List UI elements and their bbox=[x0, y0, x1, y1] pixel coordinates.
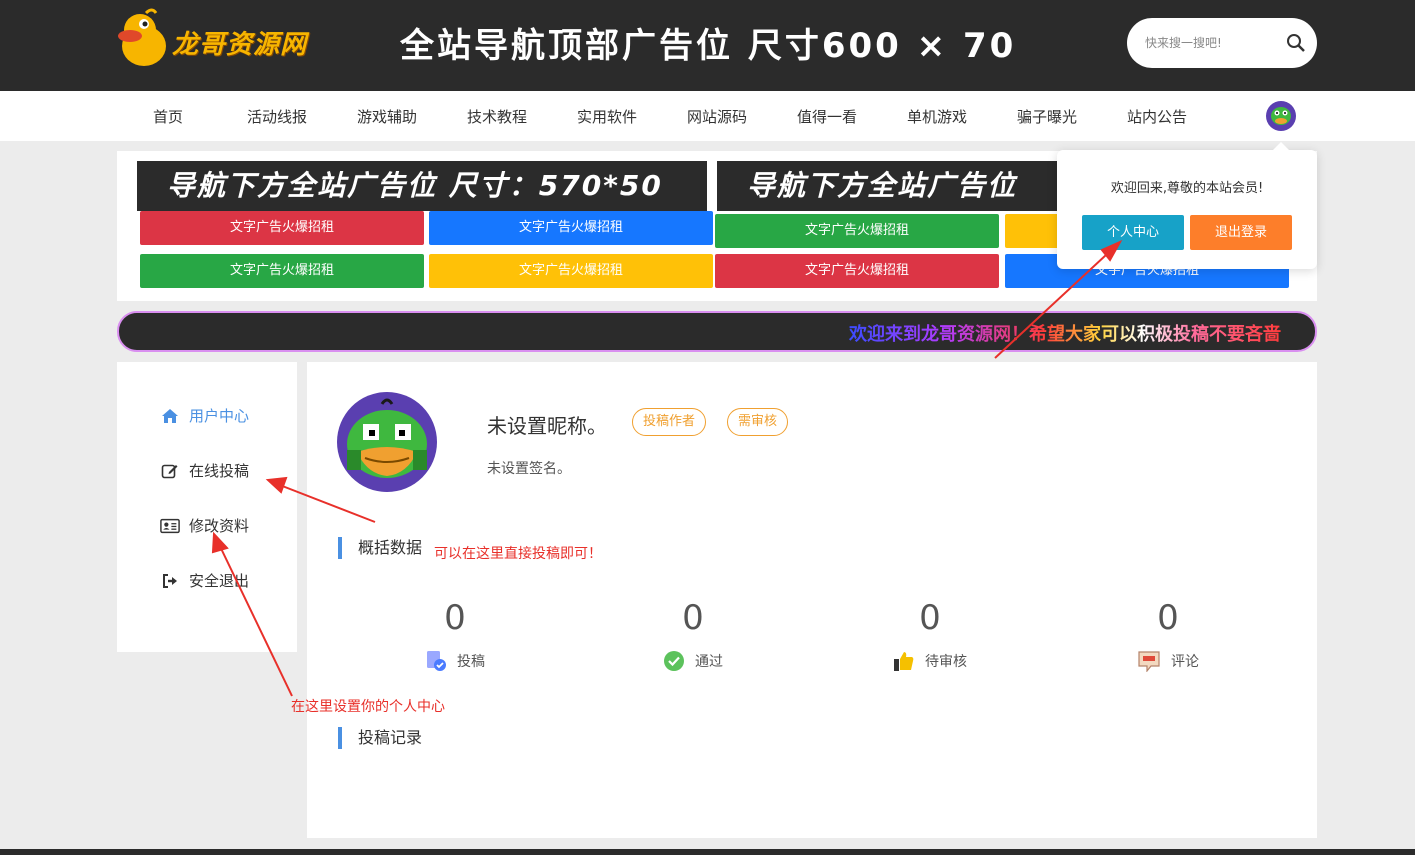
stat-value: 0 bbox=[444, 598, 466, 638]
ad-banner-2[interactable]: 导航下方全站广告位 bbox=[717, 161, 1057, 211]
user-center-main: 未设置昵称。 投稿作者 需审核 未设置签名。 概括数据 0 投稿 0 通过 0 … bbox=[307, 362, 1317, 838]
annotation-profile-hint: 在这里设置你的个人中心 bbox=[291, 699, 445, 715]
edit-icon bbox=[160, 461, 180, 481]
stat-value: 0 bbox=[1157, 598, 1179, 638]
nav-item-tutorials[interactable]: 技术教程 bbox=[467, 106, 527, 127]
badge-needs-review: 需审核 bbox=[727, 408, 789, 436]
nav-item-source-code[interactable]: 网站源码 bbox=[687, 106, 747, 127]
nav-item-deals[interactable]: 活动线报 bbox=[247, 106, 307, 127]
stat-submissions: 0 投稿 bbox=[375, 598, 535, 672]
sign-out-icon bbox=[160, 571, 180, 591]
stat-pending: 0 待审核 bbox=[850, 598, 1010, 672]
stat-comments: 0 评论 bbox=[1088, 598, 1248, 672]
comment-icon bbox=[1138, 651, 1160, 672]
user-center-button[interactable]: 个人中心 bbox=[1082, 215, 1184, 250]
text-ad-7[interactable]: 文字广告火爆招租 bbox=[715, 254, 999, 288]
text-ad-3[interactable]: 文字广告火爆招租 bbox=[715, 214, 999, 248]
marquee-text: 欢迎来到龙哥资源网！希望大家可以积极投稿不要吝啬 bbox=[849, 320, 1281, 346]
sidebar-item-user-center[interactable]: 用户中心 bbox=[160, 405, 249, 426]
sidebar-item-logout[interactable]: 安全退出 bbox=[160, 570, 249, 591]
document-check-icon bbox=[427, 651, 446, 671]
stat-label: 待审核 bbox=[925, 654, 967, 670]
footer-bar bbox=[0, 849, 1415, 855]
profile-avatar[interactable] bbox=[337, 392, 437, 492]
text-ad-2[interactable]: 文字广告火爆招租 bbox=[429, 211, 713, 245]
profile-signature: 未设置签名。 bbox=[487, 461, 571, 477]
nav-item-worth-seeing[interactable]: 值得一看 bbox=[797, 106, 857, 127]
profile-nickname: 未设置昵称。 bbox=[487, 414, 607, 438]
text-ad-5[interactable]: 文字广告火爆招租 bbox=[140, 254, 424, 288]
stat-value: 0 bbox=[682, 598, 704, 638]
text-ad-1[interactable]: 文字广告火爆招租 bbox=[140, 211, 424, 245]
main-nav: 首页 活动线报 游戏辅助 技术教程 实用软件 网站源码 值得一看 单机游戏 骗子… bbox=[0, 91, 1415, 141]
top-ad-banner[interactable]: 全站导航顶部广告位 尺寸600 × 70 bbox=[400, 18, 1016, 67]
sidebar-item-label: 安全退出 bbox=[189, 572, 250, 590]
stat-approved: 0 通过 bbox=[613, 598, 773, 672]
sidebar-item-submit[interactable]: 在线投稿 bbox=[160, 460, 249, 481]
stat-value: 0 bbox=[919, 598, 941, 638]
stat-label: 投稿 bbox=[457, 654, 485, 670]
user-dropdown-popup: 欢迎回来,尊敬的本站会员! 个人中心 退出登录 bbox=[1057, 142, 1317, 269]
nav-item-single-player[interactable]: 单机游戏 bbox=[907, 106, 967, 127]
thumbs-up-icon bbox=[894, 652, 914, 671]
nav-item-scam-exposure[interactable]: 骗子曝光 bbox=[1017, 106, 1077, 127]
id-card-icon bbox=[160, 516, 180, 536]
duck-mascot-icon bbox=[118, 8, 166, 66]
logo-text: 龙哥资源网 bbox=[172, 30, 308, 60]
search-input[interactable] bbox=[1145, 32, 1275, 54]
sidebar-item-label: 在线投稿 bbox=[189, 462, 250, 480]
logout-button[interactable]: 退出登录 bbox=[1190, 215, 1292, 250]
nav-item-game-aids[interactable]: 游戏辅助 bbox=[357, 106, 417, 127]
sidebar-item-label: 修改资料 bbox=[189, 517, 250, 535]
search-icon[interactable] bbox=[1284, 31, 1308, 55]
nav-item-announcements[interactable]: 站内公告 bbox=[1127, 106, 1187, 127]
badge-author: 投稿作者 bbox=[632, 408, 707, 436]
text-ad-6[interactable]: 文字广告火爆招租 bbox=[429, 254, 713, 288]
stat-label: 通过 bbox=[695, 654, 723, 670]
nav-item-home[interactable]: 首页 bbox=[153, 106, 183, 127]
annotation-submit-hint: 可以在这里直接投稿即可！ bbox=[434, 546, 602, 562]
site-logo[interactable]: 龙哥资源网 bbox=[116, 8, 311, 70]
sidebar-item-edit-profile[interactable]: 修改资料 bbox=[160, 515, 249, 536]
overview-title: 概括数据 bbox=[338, 537, 422, 559]
welcome-message: 欢迎回来,尊敬的本站会员! bbox=[1110, 181, 1264, 196]
sidebar-item-label: 用户中心 bbox=[189, 407, 250, 425]
records-title: 投稿记录 bbox=[338, 727, 422, 749]
search-box bbox=[1127, 18, 1317, 68]
ad-banner-1[interactable]: 导航下方全站广告位 尺寸：570*50 bbox=[137, 161, 707, 211]
announcement-marquee: 欢迎来到龙哥资源网！希望大家可以积极投稿不要吝啬 bbox=[117, 311, 1317, 352]
user-avatar[interactable] bbox=[1266, 101, 1296, 131]
stat-label: 评论 bbox=[1171, 654, 1199, 670]
check-circle-icon bbox=[664, 651, 684, 671]
home-icon bbox=[160, 406, 180, 426]
nav-item-software[interactable]: 实用软件 bbox=[577, 106, 637, 127]
user-sidebar: 用户中心 在线投稿 修改资料 安全退出 bbox=[117, 362, 297, 652]
top-header: 龙哥资源网 全站导航顶部广告位 尺寸600 × 70 bbox=[0, 0, 1415, 91]
